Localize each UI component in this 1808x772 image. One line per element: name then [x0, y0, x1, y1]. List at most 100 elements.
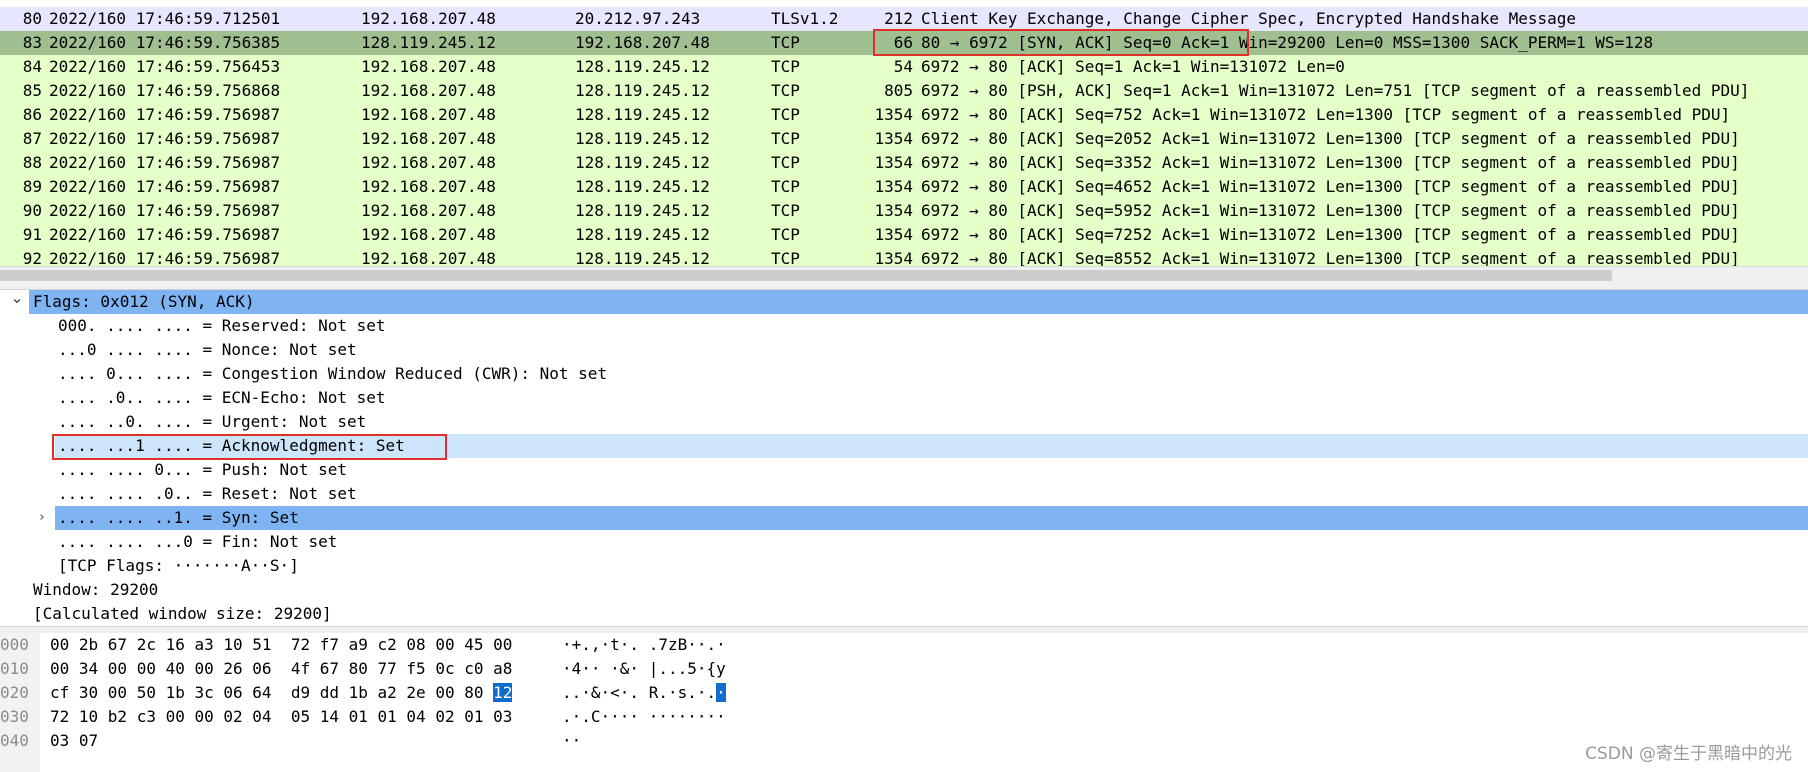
packet-number: 91 — [22, 225, 42, 244]
packet-info: 6972 → 80 [ACK] Seq=3352 Ack=1 Win=13107… — [921, 153, 1740, 172]
detail-field-text: .... ..0. .... = Urgent: Not set — [58, 412, 367, 431]
packet-number: 86 — [22, 105, 42, 124]
packet-row[interactable]: 89 2022/160 17:46:59.756987 192.168.207.48… — [0, 175, 1808, 199]
packet-length: 54 — [893, 57, 913, 76]
bytes-hex[interactable]: 72 10 b2 c3 00 00 02 04 05 14 01 01 04 0… — [50, 705, 512, 729]
detail-row[interactable]: 000. .... .... = Reserved: Not set — [0, 314, 1808, 338]
packet-source: 192.168.207.48 — [361, 105, 496, 124]
packet-row[interactable]: 91 2022/160 17:46:59.756987 192.168.207.48… — [0, 223, 1808, 247]
bytes-row: 010 00 34 00 00 40 00 26 06 4f 67 80 77 f… — [0, 657, 1808, 681]
packet-row[interactable]: 84 2022/160 17:46:59.756453 192.168.207.48… — [0, 55, 1808, 79]
detail-row[interactable]: ⌄ Flags: 0x012 (SYN, ACK) — [10, 290, 1808, 314]
packet-row[interactable]: 90 2022/160 17:46:59.756987 192.168.207.48… — [0, 199, 1808, 223]
packet-time: 2022/160 17:46:59.756987 — [49, 129, 281, 148]
packet-row[interactable]: 87 2022/160 17:46:59.756987 192.168.207.48… — [0, 127, 1808, 151]
packet-source: 192.168.207.48 — [361, 81, 496, 100]
packet-length: 1354 — [874, 201, 913, 220]
packet-protocol: TCP — [771, 81, 800, 100]
bytes-hex-text: cf 30 00 50 1b 3c 06 64 d9 dd 1b a2 2e 0… — [50, 683, 494, 702]
packet-protocol: TCP — [771, 129, 800, 148]
packet-destination: 128.119.245.12 — [575, 105, 710, 124]
packet-destination: 128.119.245.12 — [575, 249, 710, 266]
detail-row[interactable]: .... 0... .... = Congestion Window Reduc… — [0, 362, 1808, 386]
scrollbar-thumb[interactable] — [0, 270, 1612, 281]
packet-protocol: TCP — [771, 249, 800, 266]
packet-row[interactable]: 86 2022/160 17:46:59.756987 192.168.207.48… — [0, 103, 1808, 127]
packet-protocol: TCP — [771, 57, 800, 76]
packet-destination: 128.119.245.12 — [575, 177, 710, 196]
bytes-ascii-selected[interactable]: · — [716, 683, 726, 702]
packet-source: 192.168.207.48 — [361, 201, 496, 220]
packet-list-horizontal-scrollbar[interactable] — [0, 266, 1808, 284]
detail-row[interactable]: .... ..0. .... = Urgent: Not set — [0, 410, 1808, 434]
detail-field-text: ...0 .... .... = Nonce: Not set — [58, 340, 357, 359]
packet-info: 6972 → 80 [ACK] Seq=8552 Ack=1 Win=13107… — [921, 249, 1740, 266]
packet-row[interactable]: 88 2022/160 17:46:59.756987 192.168.207.48… — [0, 151, 1808, 175]
detail-field-text: .... .... 0... = Push: Not set — [58, 460, 347, 479]
bytes-hex[interactable]: 00 2b 67 2c 16 a3 10 51 72 f7 a9 c2 08 0… — [50, 633, 512, 657]
bytes-hex[interactable]: 03 07 — [50, 729, 98, 753]
detail-field-text: [Calculated window size: 29200] — [33, 604, 332, 623]
detail-field-text: .... .0.. .... = ECN-Echo: Not set — [58, 388, 386, 407]
detail-row[interactable]: .... .... .0.. = Reset: Not set — [0, 482, 1808, 506]
pane-splitter[interactable] — [0, 283, 1808, 290]
packet-source: 192.168.207.48 — [361, 129, 496, 148]
bytes-ascii[interactable]: ·+.,·t·. .7zB··.· — [562, 633, 726, 657]
packet-protocol: TCP — [771, 225, 800, 244]
bytes-offset: 000 — [0, 635, 29, 654]
bytes-hex-selected[interactable]: 12 — [493, 683, 513, 702]
packet-number: 88 — [22, 153, 42, 172]
packet-time: 2022/160 17:46:59.756987 — [49, 153, 281, 172]
packet-destination: 128.119.245.12 — [575, 81, 710, 100]
detail-row[interactable]: Window: 29200 — [0, 578, 1808, 602]
chevron-right-icon[interactable]: › — [35, 506, 49, 530]
packet-info: Client Key Exchange, Change Cipher Spec,… — [921, 9, 1577, 28]
packet-info: 6972 → 80 [ACK] Seq=5952 Ack=1 Win=13107… — [921, 201, 1740, 220]
packet-number: 80 — [22, 9, 42, 28]
detail-row[interactable]: .... .... 0... = Push: Not set — [0, 458, 1808, 482]
bytes-ascii-text: ..·&·<·. R.·s.·. — [562, 683, 717, 702]
packet-source: 192.168.207.48 — [361, 225, 496, 244]
bytes-row: 020 cf 30 00 50 1b 3c 06 64 d9 dd 1b a2 2… — [0, 681, 1808, 705]
packet-protocol: TLSv1.2 — [771, 9, 839, 28]
bytes-ascii[interactable]: .·.C···· ········ — [562, 705, 726, 729]
packet-info: 6972 → 80 [ACK] Seq=4652 Ack=1 Win=13107… — [921, 177, 1740, 196]
packet-destination: 128.119.245.12 — [575, 201, 710, 220]
bytes-offset: 020 — [0, 683, 29, 702]
syn-ack-info-highlight-box — [873, 29, 1249, 56]
detail-row[interactable]: .... .0.. .... = ECN-Echo: Not set — [0, 386, 1808, 410]
packet-number: 87 — [22, 129, 42, 148]
watermark: CSDN @寄生于黑暗中的光 — [1585, 744, 1792, 764]
packet-source: 192.168.207.48 — [361, 9, 496, 28]
detail-row[interactable]: ›.... .... ..1. = Syn: Set — [39, 506, 1808, 530]
packet-number: 92 — [22, 249, 42, 266]
bytes-ascii[interactable]: ·· — [562, 729, 581, 753]
packet-row[interactable]: 85 2022/160 17:46:59.756868 192.168.207.48… — [0, 79, 1808, 103]
packet-source: 192.168.207.48 — [361, 153, 496, 172]
detail-field-text: .... .... ..1. = Syn: Set — [58, 508, 299, 527]
packet-bytes-pane[interactable]: 000 00 2b 67 2c 16 a3 10 51 72 f7 a9 c2 0… — [0, 633, 1808, 772]
detail-row[interactable]: [Calculated window size: 29200] — [0, 602, 1808, 626]
packet-source: 192.168.207.48 — [361, 177, 496, 196]
bytes-row: 030 72 10 b2 c3 00 00 02 04 05 14 01 01 0… — [0, 705, 1808, 729]
packet-info: 6972 → 80 [ACK] Seq=7252 Ack=1 Win=13107… — [921, 225, 1740, 244]
packet-row[interactable]: 80 2022/160 17:46:59.712501 192.168.207.48… — [0, 7, 1808, 31]
packet-row[interactable]: 92 2022/160 17:46:59.756987 192.168.207.48… — [0, 247, 1808, 266]
chevron-down-icon[interactable]: ⌄ — [10, 290, 24, 310]
packet-info: 6972 → 80 [ACK] Seq=752 Ack=1 Win=131072… — [921, 105, 1731, 124]
detail-row[interactable]: ...0 .... .... = Nonce: Not set — [0, 338, 1808, 362]
packet-number: 90 — [22, 201, 42, 220]
detail-row[interactable]: .... .... ...0 = Fin: Not set — [0, 530, 1808, 554]
acknowledgment-highlight-box — [52, 434, 447, 460]
packet-number: 83 — [22, 33, 42, 52]
detail-row[interactable]: [TCP Flags: ·······A··S·] — [0, 554, 1808, 578]
bytes-hex[interactable]: 00 34 00 00 40 00 26 06 4f 67 80 77 f5 0… — [50, 657, 512, 681]
packet-length: 1354 — [874, 177, 913, 196]
packet-time: 2022/160 17:46:59.756987 — [49, 249, 281, 266]
packet-time: 2022/160 17:46:59.756987 — [49, 225, 281, 244]
bytes-ascii[interactable]: ..·&·<·. R.·s.·.· — [562, 681, 726, 705]
packet-protocol: TCP — [771, 201, 800, 220]
packet-time: 2022/160 17:46:59.756987 — [49, 201, 281, 220]
bytes-hex[interactable]: cf 30 00 50 1b 3c 06 64 d9 dd 1b a2 2e 0… — [50, 681, 513, 705]
bytes-ascii[interactable]: ·4·· ·&· |...5·{y — [562, 657, 726, 681]
